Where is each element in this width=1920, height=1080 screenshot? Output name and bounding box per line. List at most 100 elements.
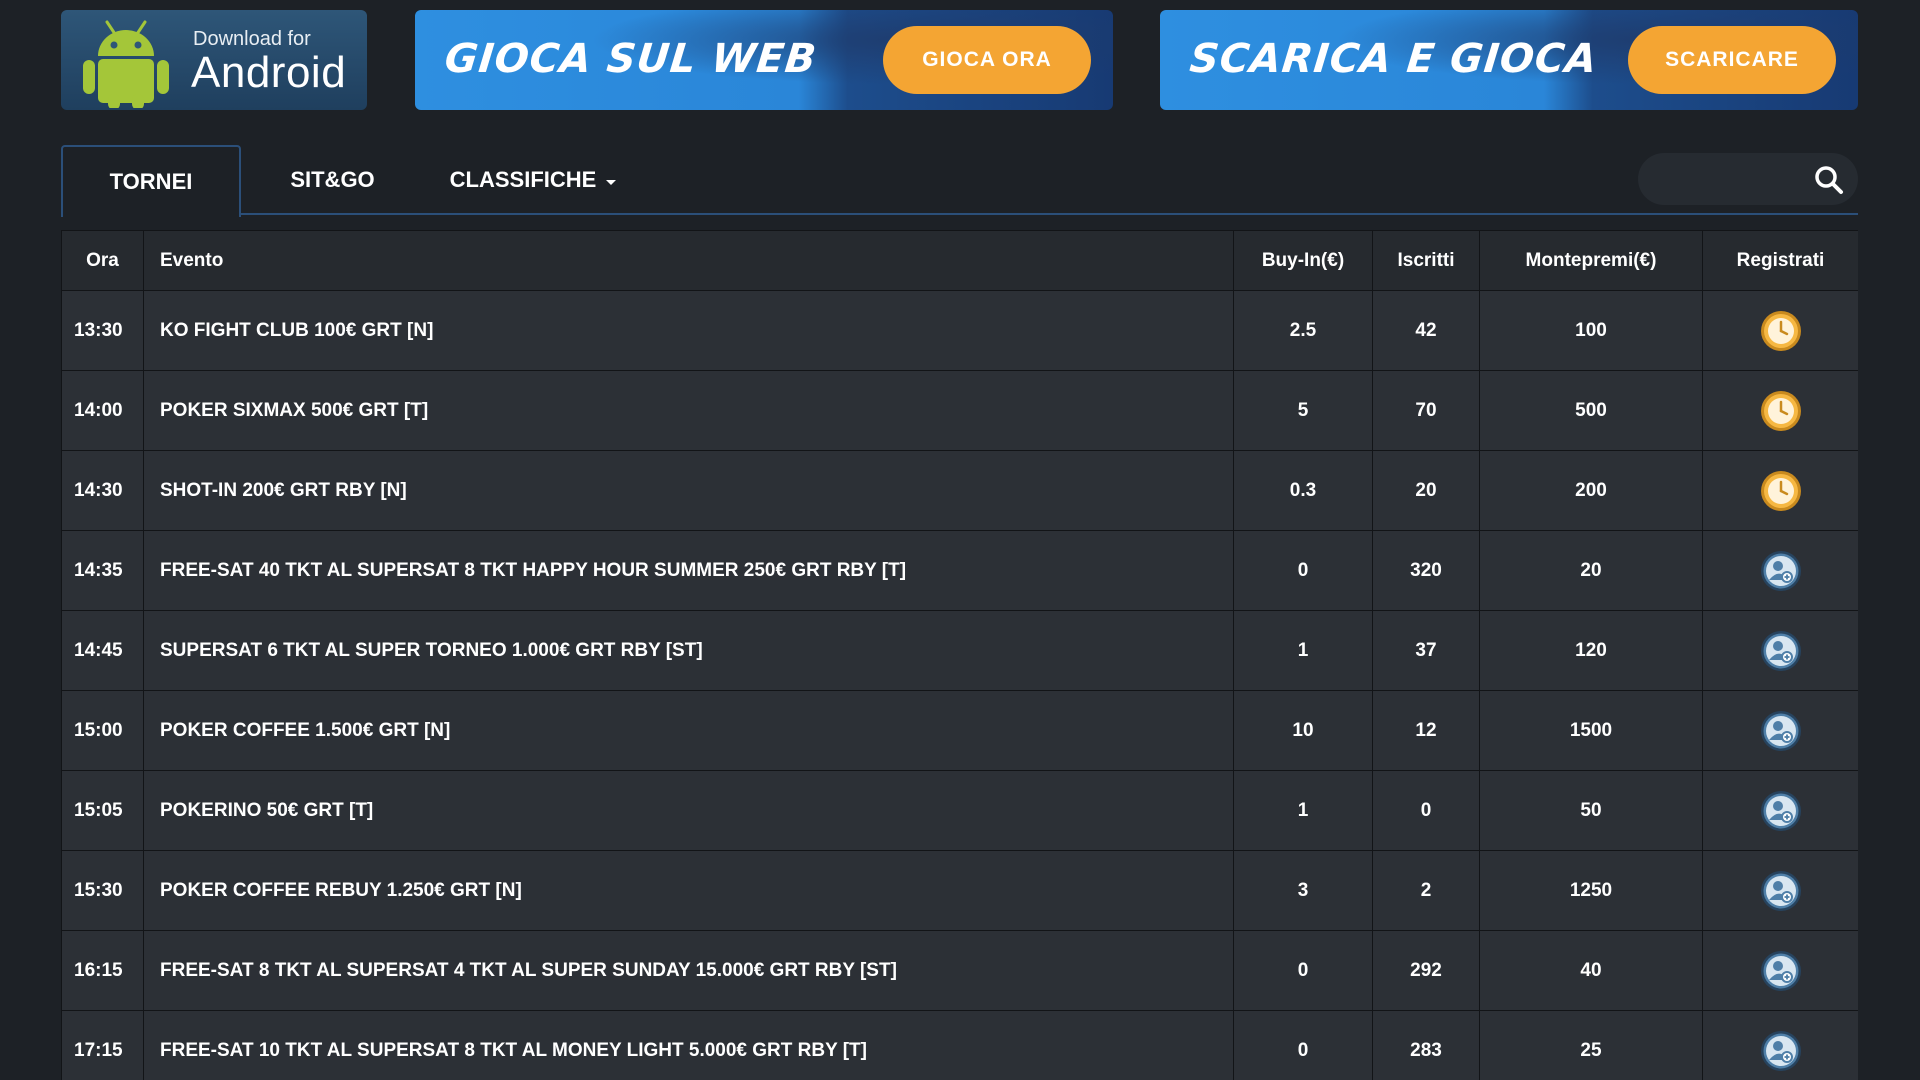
play-web-banner[interactable]: GIOCA SUL WEB GIOCA ORA	[415, 10, 1113, 110]
cell-buyin: 3	[1233, 850, 1373, 931]
cell-iscritti: 70	[1372, 370, 1480, 451]
cell-evento[interactable]: SUPERSAT 6 TKT AL SUPER TORNEO 1.000€ GR…	[143, 610, 1234, 691]
clock-icon[interactable]	[1759, 389, 1803, 433]
search-box[interactable]	[1638, 153, 1858, 205]
search-input[interactable]	[1656, 163, 1806, 195]
register-user-icon[interactable]	[1759, 629, 1803, 673]
download-play-banner[interactable]: SCARICA E GIOCA SCARICARE	[1160, 10, 1858, 110]
android-download-banner[interactable]: Download for Android	[61, 10, 367, 110]
android-robot-icon	[83, 20, 169, 108]
cell-ora: 15:05	[61, 770, 144, 851]
cell-ora: 17:15	[61, 1010, 144, 1080]
play-web-title: GIOCA SUL WEB	[442, 36, 820, 82]
cell-montepremi: 200	[1479, 450, 1703, 531]
cell-buyin: 0	[1233, 1010, 1373, 1080]
tab-classifiche-dropdown[interactable]: CLASSIFICHE	[424, 145, 642, 215]
cell-buyin: 0	[1233, 930, 1373, 1011]
table-row[interactable]: 15:00 POKER COFFEE 1.500€ GRT [N] 10 12 1500	[61, 690, 1858, 771]
table-row[interactable]: 14:35 FREE-SAT 40 TKT AL SUPERSAT 8 TKT H…	[61, 530, 1858, 611]
cell-evento[interactable]: POKER COFFEE REBUY 1.250€ GRT [N]	[143, 850, 1234, 931]
tab-tornei[interactable]: TORNEI	[61, 145, 241, 217]
register-user-icon[interactable]	[1759, 789, 1803, 833]
cell-buyin: 0	[1233, 530, 1373, 611]
table-body: 13:30 KO FIGHT CLUB 100€ GRT [N] 2.5 42 100 …	[61, 290, 1858, 1080]
cell-buyin: 1	[1233, 770, 1373, 851]
cell-buyin: 10	[1233, 690, 1373, 771]
table-row[interactable]: 16:15 FREE-SAT 8 TKT AL SUPERSAT 4 TKT AL…	[61, 930, 1858, 1011]
cell-evento[interactable]: POKERINO 50€ GRT [T]	[143, 770, 1234, 851]
tab-classifiche-label: CLASSIFICHE	[449, 167, 597, 192]
play-now-button[interactable]: GIOCA ORA	[883, 26, 1091, 94]
cell-registrati	[1702, 610, 1858, 691]
cell-iscritti: 320	[1372, 530, 1480, 611]
cell-montepremi: 40	[1479, 930, 1703, 1011]
cell-evento[interactable]: FREE-SAT 40 TKT AL SUPERSAT 8 TKT HAPPY …	[143, 530, 1234, 611]
cell-iscritti: 283	[1372, 1010, 1480, 1080]
search-icon[interactable]	[1814, 165, 1844, 195]
cell-evento[interactable]: KO FIGHT CLUB 100€ GRT [N]	[143, 290, 1234, 371]
tab-sitgo-label: SIT&GO	[290, 167, 375, 192]
cell-ora: 13:30	[61, 290, 144, 371]
caret-down-icon	[606, 179, 617, 185]
cell-registrati	[1702, 770, 1858, 851]
cell-registrati	[1702, 1010, 1858, 1080]
cell-ora: 15:30	[61, 850, 144, 931]
header-evento[interactable]: Evento	[143, 230, 1234, 291]
cell-iscritti: 0	[1372, 770, 1480, 851]
cell-buyin: 1	[1233, 610, 1373, 691]
header-registrati[interactable]: Registrati	[1702, 230, 1858, 291]
table-row[interactable]: 15:05 POKERINO 50€ GRT [T] 1 0 50	[61, 770, 1858, 851]
cell-ora: 14:30	[61, 450, 144, 531]
cell-ora: 15:00	[61, 690, 144, 771]
header-ora[interactable]: Ora	[61, 230, 144, 291]
header-montepremi[interactable]: Montepremi(€)	[1479, 230, 1703, 291]
cell-evento[interactable]: POKER COFFEE 1.500€ GRT [N]	[143, 690, 1234, 771]
android-banner-title: Android	[191, 48, 347, 97]
register-user-icon[interactable]	[1759, 1029, 1803, 1073]
download-button[interactable]: SCARICARE	[1628, 26, 1836, 94]
tab-sitgo[interactable]: SIT&GO	[241, 145, 424, 215]
clock-icon[interactable]	[1759, 309, 1803, 353]
cell-iscritti: 292	[1372, 930, 1480, 1011]
cell-registrati	[1702, 530, 1858, 611]
cell-evento[interactable]: POKER SIXMAX 500€ GRT [T]	[143, 370, 1234, 451]
download-play-title: SCARICA E GIOCA	[1187, 36, 1600, 82]
table-row[interactable]: 14:00 POKER SIXMAX 500€ GRT [T] 5 70 500	[61, 370, 1858, 451]
cell-registrati	[1702, 690, 1858, 771]
cell-montepremi: 20	[1479, 530, 1703, 611]
cell-montepremi: 100	[1479, 290, 1703, 371]
header-buyin[interactable]: Buy-In(€)	[1233, 230, 1373, 291]
table-row[interactable]: 14:45 SUPERSAT 6 TKT AL SUPER TORNEO 1.00…	[61, 610, 1858, 691]
clock-icon[interactable]	[1759, 469, 1803, 513]
cell-iscritti: 37	[1372, 610, 1480, 691]
table-row[interactable]: 17:15 FREE-SAT 10 TKT AL SUPERSAT 8 TKT A…	[61, 1010, 1858, 1080]
cell-registrati	[1702, 930, 1858, 1011]
cell-evento[interactable]: FREE-SAT 8 TKT AL SUPERSAT 4 TKT AL SUPE…	[143, 930, 1234, 1011]
table-header-row: Ora Evento Buy-In(€) Iscritti Montepremi…	[61, 230, 1858, 291]
table-row[interactable]: 13:30 KO FIGHT CLUB 100€ GRT [N] 2.5 42 100	[61, 290, 1858, 371]
cell-iscritti: 42	[1372, 290, 1480, 371]
cell-buyin: 0.3	[1233, 450, 1373, 531]
tournament-table: Ora Evento Buy-In(€) Iscritti Montepremi…	[61, 230, 1858, 1080]
header-iscritti[interactable]: Iscritti	[1372, 230, 1480, 291]
cell-montepremi: 25	[1479, 1010, 1703, 1080]
cell-ora: 14:00	[61, 370, 144, 451]
tournament-table-container: Ora Evento Buy-In(€) Iscritti Montepremi…	[61, 230, 1858, 1080]
cell-iscritti: 12	[1372, 690, 1480, 771]
cell-iscritti: 20	[1372, 450, 1480, 531]
cell-montepremi: 1500	[1479, 690, 1703, 771]
cell-evento[interactable]: FREE-SAT 10 TKT AL SUPERSAT 8 TKT AL MON…	[143, 1010, 1234, 1080]
cell-evento[interactable]: SHOT-IN 200€ GRT RBY [N]	[143, 450, 1234, 531]
register-user-icon[interactable]	[1759, 949, 1803, 993]
tab-bar: TORNEI SIT&GO CLASSIFICHE	[61, 145, 1858, 217]
tab-tornei-label: TORNEI	[109, 169, 193, 194]
cell-buyin: 5	[1233, 370, 1373, 451]
cell-ora: 16:15	[61, 930, 144, 1011]
register-user-icon[interactable]	[1759, 709, 1803, 753]
table-row[interactable]: 14:30 SHOT-IN 200€ GRT RBY [N] 0.3 20 200	[61, 450, 1858, 531]
cell-buyin: 2.5	[1233, 290, 1373, 371]
register-user-icon[interactable]	[1759, 869, 1803, 913]
banner-strip: Download for Android GIOCA SUL WEB GIOCA…	[61, 10, 1858, 110]
table-row[interactable]: 15:30 POKER COFFEE REBUY 1.250€ GRT [N] 3 2…	[61, 850, 1858, 931]
register-user-icon[interactable]	[1759, 549, 1803, 593]
